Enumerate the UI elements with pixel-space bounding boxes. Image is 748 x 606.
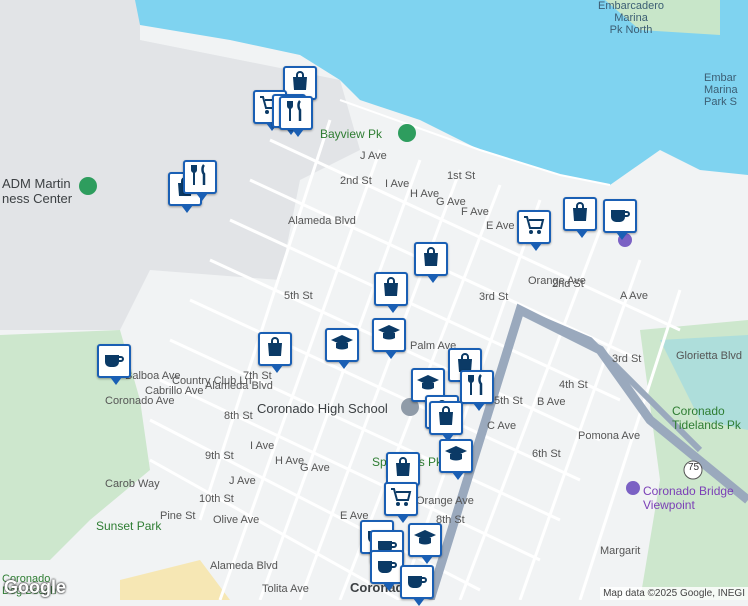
restaurant-icon — [465, 373, 489, 402]
shopping-bag-icon — [434, 404, 458, 433]
shopping-bag-icon — [391, 455, 415, 484]
cart-pin[interactable] — [384, 482, 418, 523]
school-pin[interactable] — [372, 318, 406, 359]
coffee-pin[interactable] — [97, 344, 131, 385]
shopping-bag-pin[interactable] — [414, 242, 448, 283]
google-logo: Google — [4, 577, 66, 597]
shopping-bag-icon — [568, 200, 592, 229]
restaurant-pin[interactable] — [183, 160, 217, 201]
restaurant-pin[interactable] — [460, 370, 494, 411]
cart-icon — [522, 213, 546, 242]
school-icon — [444, 442, 468, 471]
school-icon — [413, 526, 437, 555]
shopping-bag-pin[interactable] — [563, 197, 597, 238]
coffee-pin[interactable] — [370, 550, 404, 591]
shopping-bag-icon — [419, 245, 443, 274]
coffee-icon — [405, 568, 429, 597]
cart-pin[interactable] — [517, 210, 551, 251]
shopping-bag-icon — [379, 275, 403, 304]
shopping-bag-pin[interactable] — [374, 272, 408, 313]
coffee-icon — [102, 347, 126, 376]
school-icon — [330, 331, 354, 360]
coffee-icon — [375, 553, 399, 582]
coffee-pin[interactable] — [400, 565, 434, 606]
restaurant-icon — [188, 163, 212, 192]
cart-icon — [389, 485, 413, 514]
coffee-icon — [608, 202, 632, 231]
school-pin[interactable] — [408, 523, 442, 564]
school-pin[interactable] — [439, 439, 473, 480]
school-icon — [377, 321, 401, 350]
shopping-bag-pin[interactable] — [258, 332, 292, 373]
restaurant-pin[interactable] — [279, 96, 313, 137]
coffee-pin[interactable] — [603, 199, 637, 240]
shopping-bag-pin[interactable] — [429, 401, 463, 442]
shopping-bag-pin[interactable] — [386, 452, 420, 493]
restaurant-icon — [284, 99, 308, 128]
school-pin[interactable] — [325, 328, 359, 369]
map-attribution[interactable]: Map data ©2025 Google, INEGI — [600, 587, 748, 600]
shopping-bag-icon — [263, 335, 287, 364]
